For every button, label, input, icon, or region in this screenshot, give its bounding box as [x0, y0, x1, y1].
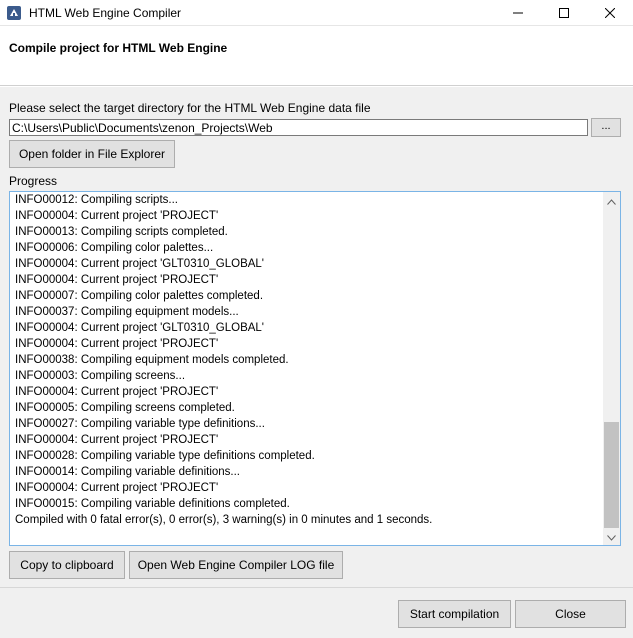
log-line: INFO00004: Current project 'PROJECT'	[15, 386, 219, 398]
dialog-footer: Start compilation Close	[0, 587, 633, 638]
minimize-icon	[513, 8, 523, 18]
maximize-icon	[559, 8, 569, 18]
scroll-down-button[interactable]	[603, 528, 620, 545]
log-line: Compiled with 0 fatal error(s), 0 error(…	[15, 514, 433, 526]
maximize-button[interactable]	[541, 0, 587, 26]
window-title: HTML Web Engine Compiler	[29, 6, 182, 20]
log-line: INFO00028: Compiling variable type defin…	[15, 450, 315, 462]
log-line: INFO00004: Current project 'GLT0310_GLOB…	[15, 258, 264, 270]
log-line: INFO00005: Compiling screens completed.	[15, 402, 235, 414]
log-line: INFO00014: Compiling variable definition…	[15, 466, 241, 478]
scroll-up-button[interactable]	[603, 192, 620, 209]
open-folder-button[interactable]: Open folder in File Explorer	[9, 140, 175, 168]
log-line: INFO00006: Compiling color palettes...	[15, 242, 214, 254]
copy-to-clipboard-button[interactable]: Copy to clipboard	[9, 551, 125, 579]
compiler-app-icon	[6, 5, 22, 21]
dialog-header: Compile project for HTML Web Engine	[0, 27, 633, 86]
title-bar: HTML Web Engine Compiler	[0, 0, 633, 26]
close-window-button[interactable]	[587, 0, 633, 26]
log-scrollbar[interactable]	[603, 192, 620, 545]
target-directory-label: Please select the target directory for t…	[9, 101, 371, 115]
minimize-button[interactable]	[495, 0, 541, 26]
log-line: INFO00004: Current project 'PROJECT'	[15, 210, 219, 222]
log-line: INFO00004: Current project 'PROJECT'	[15, 434, 219, 446]
log-line: INFO00037: Compiling equipment models...	[15, 306, 239, 318]
progress-log[interactable]: INFO00012: Compiling scripts... INFO00004…	[9, 191, 621, 546]
log-line: INFO00038: Compiling equipment models co…	[15, 354, 289, 366]
log-line: INFO00012: Compiling scripts...	[15, 194, 178, 206]
browse-button[interactable]: ...	[591, 118, 621, 137]
log-line: INFO00004: Current project 'GLT0310_GLOB…	[15, 322, 264, 334]
dialog-body: Please select the target directory for t…	[0, 87, 633, 587]
log-line: INFO00004: Current project 'PROJECT'	[15, 338, 219, 350]
close-icon	[605, 8, 615, 18]
progress-label: Progress	[9, 174, 58, 188]
log-lines: INFO00012: Compiling scripts... INFO00004…	[15, 192, 600, 528]
dialog-heading: Compile project for HTML Web Engine	[9, 41, 228, 55]
log-line: INFO00015: Compiling variable definition…	[15, 498, 290, 510]
scroll-thumb[interactable]	[604, 422, 619, 528]
open-log-file-button[interactable]: Open Web Engine Compiler LOG file	[129, 551, 343, 579]
chevron-down-icon	[607, 530, 616, 544]
log-line: INFO00003: Compiling screens...	[15, 370, 186, 382]
log-line: INFO00013: Compiling scripts completed.	[15, 226, 228, 238]
target-directory-input[interactable]	[9, 119, 588, 136]
close-button[interactable]: Close	[515, 600, 626, 628]
log-line: INFO00004: Current project 'PROJECT'	[15, 482, 219, 494]
log-line: INFO00027: Compiling variable type defin…	[15, 418, 265, 430]
log-line: INFO00007: Compiling color palettes comp…	[15, 290, 264, 302]
start-compilation-button[interactable]: Start compilation	[398, 600, 511, 628]
log-line: INFO00004: Current project 'PROJECT'	[15, 274, 219, 286]
chevron-up-icon	[607, 194, 616, 208]
